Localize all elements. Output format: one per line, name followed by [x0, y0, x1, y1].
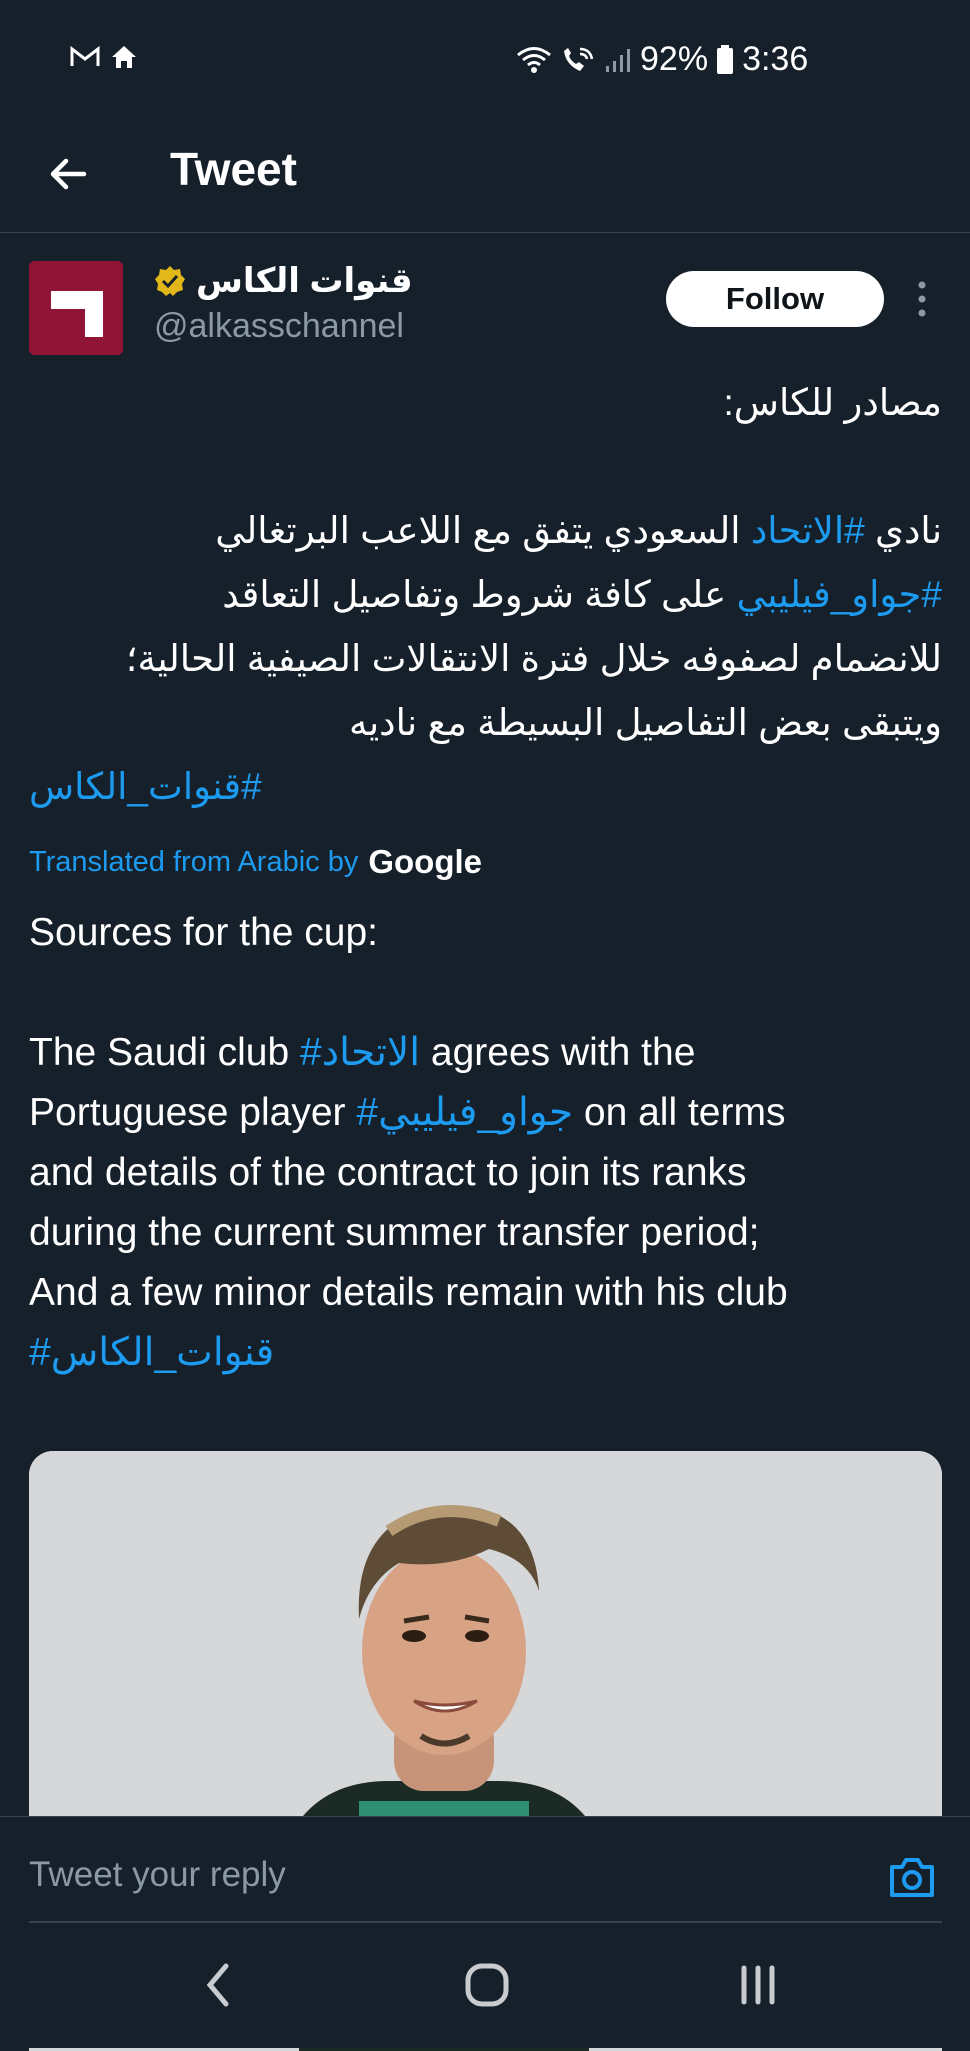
arabic-text: على كافة شروط وتفاصيل التعاقد — [222, 574, 737, 615]
translation-line: The Saudi club #الاتحاد agrees with the — [29, 1023, 949, 1083]
home-icon — [112, 46, 136, 68]
nav-back-icon[interactable] — [200, 1958, 236, 2012]
battery-icon — [717, 44, 734, 74]
follow-button[interactable]: Follow — [666, 271, 884, 327]
camera-icon[interactable] — [888, 1855, 936, 1899]
hashtag-link[interactable]: #جواو_فيليبي — [736, 574, 942, 615]
back-arrow-icon[interactable] — [44, 150, 92, 198]
arabic-text: السعودي يتفق مع اللاعب البرتغالي — [215, 510, 751, 551]
hashtag-link[interactable]: #الاتحاد — [300, 1031, 420, 1074]
author-name: قنوات الكاس — [196, 262, 413, 300]
hashtag-link[interactable]: #الاتحاد — [751, 510, 865, 551]
channel-logo-icon — [29, 261, 123, 355]
translation-text: The Saudi club — [29, 1031, 301, 1074]
more-options-icon[interactable] — [912, 277, 932, 321]
reply-divider — [29, 1921, 942, 1923]
arabic-text: نادي — [864, 510, 942, 551]
status-left-icons — [70, 44, 138, 70]
arabic-line: #قنوات_الكاس — [29, 755, 262, 819]
translation-text: agrees with the — [420, 1031, 696, 1074]
hashtag-link[interactable]: #قنوات_الكاس — [29, 766, 262, 807]
system-nav-bar — [0, 1926, 970, 2048]
status-bar: 92% 3:36 — [0, 0, 970, 120]
nav-recents-icon[interactable] — [738, 1958, 778, 2012]
page-title: Tweet — [170, 143, 297, 195]
google-brand: Google — [368, 843, 483, 880]
author-handle[interactable]: @alkasschannel — [154, 307, 404, 346]
wifi-icon — [517, 46, 551, 73]
hashtag-link[interactable]: #قنوات_الكاس — [29, 1331, 274, 1374]
arabic-line: للانضمام لصفوفه خلال فترة الانتقالات الص… — [125, 638, 942, 679]
battery-percent: 92% — [640, 40, 709, 78]
translation-line: Sources for the cup: — [29, 911, 379, 954]
arabic-line: ويتبقى بعض التفاصيل البسيطة مع ناديه — [348, 702, 942, 743]
translation-text: on all terms — [573, 1091, 786, 1134]
verified-badge-icon — [155, 266, 185, 296]
wifi-calling-icon — [564, 47, 594, 71]
translated-label: Translated from Arabic by — [29, 845, 359, 878]
arabic-line: نادي #الاتحاد السعودي يتفق مع اللاعب الب… — [28, 499, 942, 563]
signal-icon — [606, 48, 630, 72]
avatar[interactable] — [29, 261, 123, 355]
translation-line: #قنوات_الكاس — [29, 1323, 949, 1383]
hashtag-link[interactable]: #جواو_فيليبي — [356, 1091, 573, 1134]
arabic-line: #جواو_فيليبي على كافة شروط وتفاصيل التعا… — [28, 563, 942, 627]
reply-bar: Tweet your reply — [0, 1816, 970, 1927]
reply-input[interactable]: Tweet your reply — [29, 1855, 286, 1895]
gmail-icon — [70, 46, 100, 66]
translation-line: And a few minor details remain with his … — [29, 1271, 788, 1314]
app-bar: Tweet — [0, 120, 970, 233]
arabic-line: مصادر للكاس: — [723, 382, 942, 423]
author-name-row[interactable]: قنوات الكاس — [154, 261, 413, 301]
translation-line: Portuguese player #جواو_فيليبي on all te… — [29, 1083, 949, 1143]
translation-line: and details of the contract to join its … — [29, 1151, 747, 1194]
translation-attribution: Translated from Arabic by Google — [29, 843, 482, 881]
status-time: 3:36 — [742, 40, 809, 78]
translation-line: during the current summer transfer perio… — [29, 1211, 760, 1254]
nav-home-icon[interactable] — [465, 1958, 509, 2012]
translation-text: Portuguese player — [29, 1091, 357, 1134]
